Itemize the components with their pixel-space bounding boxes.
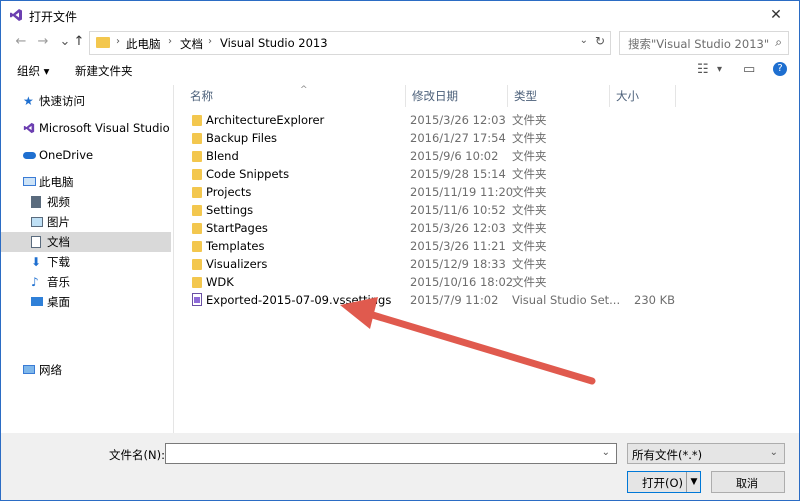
computer-icon <box>23 177 36 186</box>
video-icon <box>31 196 41 208</box>
cancel-button-label: 取消 <box>736 477 758 490</box>
music-icon: ♪ <box>31 275 39 289</box>
file-type-value: 所有文件(*.*) <box>632 448 703 462</box>
sidebar-item-label: 视频 <box>47 195 70 209</box>
refresh-icon[interactable]: ↻ <box>595 34 605 48</box>
navigation-pane: ★ 快速访问 Microsoft Visual Studio 2013 OneD… <box>1 85 174 433</box>
download-icon: ⬇ <box>31 255 42 269</box>
window-title: 打开文件 <box>29 10 78 24</box>
view-dropdown-icon[interactable]: ▾ <box>717 64 722 75</box>
file-list: 名称 ^ 修改日期 类型 大小 ArchitectureExplorer 201… <box>174 85 799 433</box>
sidebar-item-label: 音乐 <box>47 275 70 289</box>
sidebar-item-label: 快速访问 <box>39 94 85 108</box>
open-file-dialog: 打开文件 ✕ ← → ⌄ ↑ › 此电脑 › 文档 › Visual Studi… <box>0 0 800 501</box>
breadcrumb-separator: › <box>168 36 172 47</box>
vs-icon <box>23 122 35 134</box>
sidebar-item-label: 网络 <box>39 363 62 377</box>
visual-studio-icon <box>10 9 22 21</box>
network-icon <box>23 365 35 374</box>
breadcrumb-this-pc[interactable]: 此电脑 <box>126 36 161 52</box>
sidebar-item-downloads[interactable]: ⬇ 下载 <box>1 252 171 272</box>
up-button[interactable]: ↑ <box>71 34 87 50</box>
sidebar-item-label: 下载 <box>47 255 70 269</box>
dialog-footer: 文件名(N): ⌄ 所有文件(*.*) ⌄ 打开(O) ▼ 取消 <box>1 433 799 500</box>
annotation-arrow <box>340 297 596 385</box>
sidebar-item-this-pc[interactable]: 此电脑 <box>1 172 171 192</box>
breadcrumb-documents[interactable]: 文档 <box>180 36 203 52</box>
help-icon[interactable]: ? <box>773 62 787 76</box>
back-button[interactable]: ← <box>13 34 29 50</box>
star-icon: ★ <box>23 94 34 108</box>
filename-input[interactable]: ⌄ <box>165 443 617 464</box>
address-bar[interactable]: › 此电脑 › 文档 › Visual Studio 2013 ⌄ ↻ <box>89 31 611 55</box>
sidebar-item-videos[interactable]: 视频 <box>1 192 171 212</box>
command-bar: 组织 ▾ 新建文件夹 ☷ ▾ ▭ ? <box>1 59 799 83</box>
document-icon <box>31 236 41 248</box>
filename-label: 文件名(N): <box>109 448 165 462</box>
chevron-down-icon[interactable]: ⌄ <box>602 447 610 458</box>
sidebar-item-visual-studio[interactable]: Microsoft Visual Studio 2013 <box>1 118 171 138</box>
breadcrumb-separator: › <box>116 36 120 47</box>
cancel-button[interactable]: 取消 <box>711 471 785 493</box>
open-dropdown-icon[interactable]: ▼ <box>686 472 701 492</box>
search-icon[interactable]: ⌕ <box>775 35 782 50</box>
sidebar-item-label: 图片 <box>47 215 70 229</box>
picture-icon <box>31 217 43 227</box>
sidebar-item-label: Microsoft Visual Studio 2013 <box>39 121 171 135</box>
forward-button[interactable]: → <box>35 34 51 50</box>
sidebar-item-quick-access[interactable]: ★ 快速访问 <box>1 91 171 111</box>
sidebar-item-label: 此电脑 <box>39 175 74 189</box>
sidebar-item-label: OneDrive <box>39 148 94 162</box>
breadcrumb-visual-studio[interactable]: Visual Studio 2013 <box>220 36 328 50</box>
search-placeholder: 搜索"Visual Studio 2013" <box>628 37 770 51</box>
desktop-icon <box>31 297 43 306</box>
close-button[interactable]: ✕ <box>753 1 799 29</box>
sidebar-item-desktop[interactable]: 桌面 <box>1 292 171 312</box>
preview-pane-icon[interactable]: ▭ <box>743 62 755 77</box>
folder-icon <box>96 37 110 48</box>
sidebar-item-onedrive[interactable]: OneDrive <box>1 145 171 165</box>
sidebar-item-label: 桌面 <box>47 295 70 309</box>
sidebar-item-documents[interactable]: 文档 <box>1 232 171 252</box>
organize-button[interactable]: 组织 ▾ <box>17 63 49 79</box>
file-type-select[interactable]: 所有文件(*.*) ⌄ <box>627 443 785 464</box>
open-button-label: 打开(O) <box>642 476 684 490</box>
sidebar-item-music[interactable]: ♪ 音乐 <box>1 272 171 292</box>
sidebar-item-pictures[interactable]: 图片 <box>1 212 171 232</box>
title-bar: 打开文件 ✕ <box>1 1 799 29</box>
cloud-icon <box>23 152 36 159</box>
chevron-down-icon[interactable]: ⌄ <box>770 447 778 458</box>
breadcrumb-separator: › <box>208 36 212 47</box>
navigation-bar: ← → ⌄ ↑ › 此电脑 › 文档 › Visual Studio 2013 … <box>1 29 799 57</box>
new-folder-button[interactable]: 新建文件夹 <box>75 63 133 79</box>
search-box[interactable]: 搜索"Visual Studio 2013" ⌕ <box>619 31 789 55</box>
chevron-down-icon[interactable]: ⌄ <box>580 35 588 46</box>
sidebar-item-network[interactable]: 网络 <box>1 360 171 380</box>
open-button[interactable]: 打开(O) ▼ <box>627 471 701 493</box>
view-options-icon[interactable]: ☷ <box>697 62 709 77</box>
sidebar-item-label: 文档 <box>47 235 70 249</box>
